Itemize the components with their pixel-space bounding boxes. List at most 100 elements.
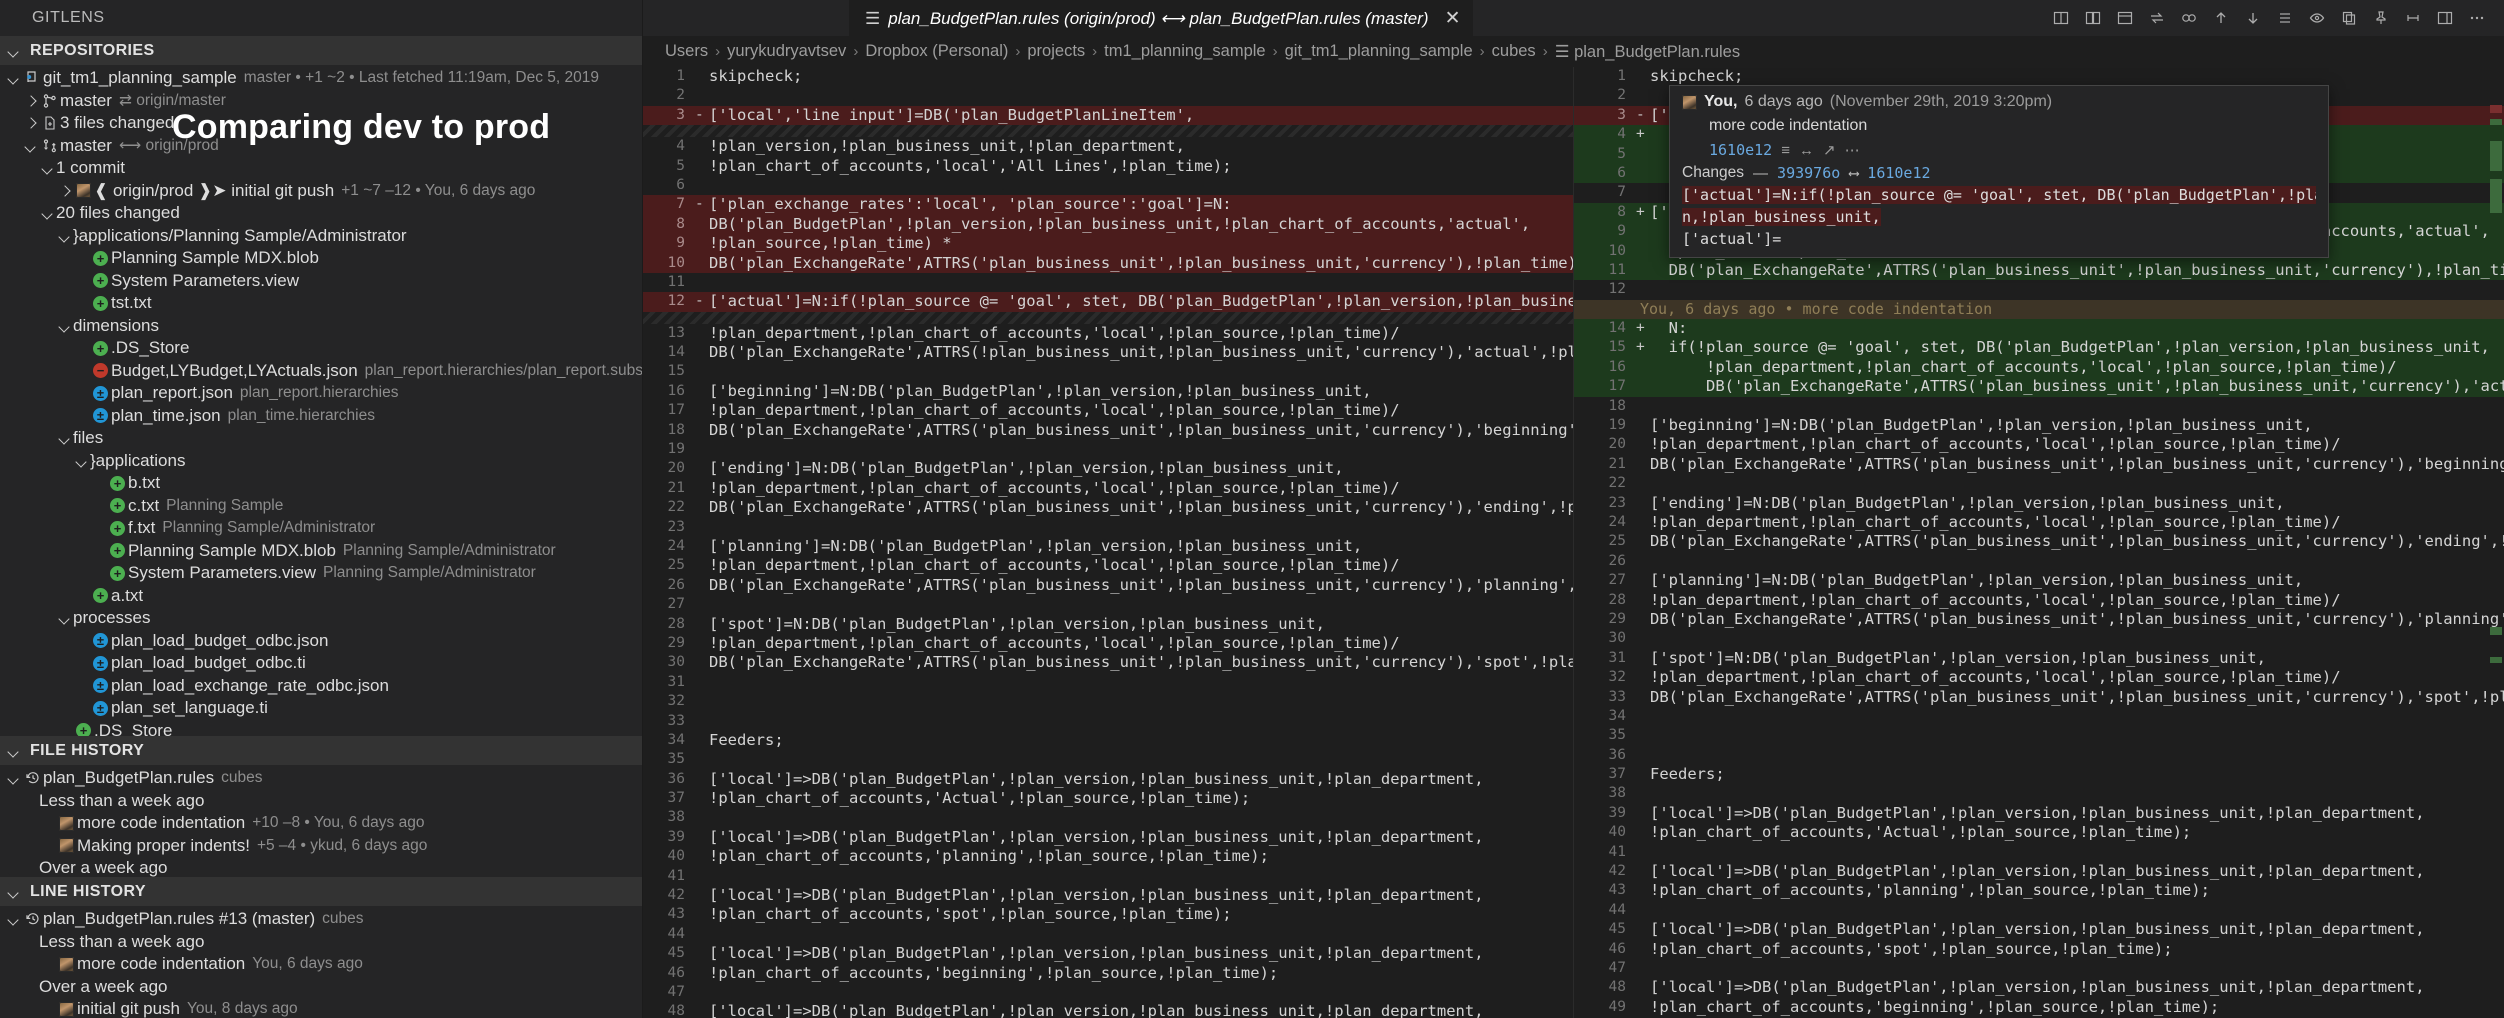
chevron-down-icon[interactable] xyxy=(6,70,22,86)
hovercard-sha[interactable]: 1610e12 xyxy=(1709,141,1772,159)
tree-item[interactable]: − Budget,LYBudget,LYActuals.json plan_repo… xyxy=(0,360,642,383)
code-line[interactable]: 5 !plan_chart_of_accounts,'local','All Li… xyxy=(643,157,1573,176)
code-line[interactable]: 48 ['local']=>DB('plan_BudgetPlan',!plan_… xyxy=(643,1002,1573,1018)
copy-icon[interactable] xyxy=(2338,7,2360,29)
chevron-down-icon[interactable] xyxy=(40,160,56,176)
whitespace-icon[interactable] xyxy=(2402,7,2424,29)
breadcrumb-item[interactable]: yurykudryavtsev xyxy=(727,42,846,61)
code-line[interactable]: 13 !plan_department,!plan_chart_of_accoun… xyxy=(643,324,1573,343)
tree-item[interactable]: + Planning Sample MDX.blob Planning Sample… xyxy=(0,540,642,563)
chevron-down-icon[interactable] xyxy=(23,138,39,154)
tree-item[interactable]: + System Parameters.view xyxy=(0,270,642,293)
code-line[interactable]: 40 !plan_chart_of_accounts,'planning',!pl… xyxy=(643,847,1573,866)
chevron-down-icon[interactable] xyxy=(57,228,73,244)
tree-item[interactable]: ± plan_load_exchange_rate_odbc.json xyxy=(0,675,642,698)
code-line[interactable]: 11 DB('plan_ExchangeRate',ATTRS('plan_bu… xyxy=(1574,260,2504,281)
code-line[interactable]: 17 !plan_department,!plan_chart_of_accoun… xyxy=(643,401,1573,420)
tree-item[interactable]: initial git push You, 8 days ago xyxy=(0,998,642,1018)
code-line[interactable]: 47 xyxy=(1574,959,2504,978)
code-line[interactable]: 22 DB('plan_ExchangeRate',ATTRS('plan_bus… xyxy=(643,498,1573,517)
code-line[interactable]: 23 xyxy=(643,518,1573,537)
code-line[interactable]: 48 ['local']=>DB('plan_BudgetPlan',!plan_… xyxy=(1574,978,2504,997)
tree-item[interactable]: Less than a week ago xyxy=(0,790,642,813)
code-line[interactable]: 38 xyxy=(1574,784,2504,803)
code-line[interactable]: 29 !plan_department,!plan_chart_of_accoun… xyxy=(643,634,1573,653)
code-line[interactable]: 40 !plan_chart_of_accounts,'Actual',!plan… xyxy=(1574,823,2504,842)
code-line[interactable]: 47 xyxy=(643,983,1573,1002)
code-line[interactable]: 12- ['actual']=N:if(!plan_source @= 'goal… xyxy=(643,292,1573,312)
right-minimap[interactable] xyxy=(2486,67,2504,1018)
code-line[interactable]: 14 + N: xyxy=(1574,319,2504,339)
code-line[interactable]: 27 xyxy=(643,595,1573,614)
code-line[interactable]: 37 !plan_chart_of_accounts,'Actual',!plan… xyxy=(643,789,1573,808)
section-header-repositories[interactable]: REPOSITORIES xyxy=(0,36,642,65)
tree-item[interactable]: + .DS_Store xyxy=(0,337,642,360)
chevron-down-icon[interactable] xyxy=(6,911,22,927)
code-line[interactable]: 12 xyxy=(1574,280,2504,299)
tree-item[interactable]: more code indentation You, 6 days ago xyxy=(0,953,642,976)
code-line[interactable]: 34 Feeders; xyxy=(643,731,1573,750)
code-line[interactable]: 4 !plan_version,!plan_business_unit,!plan… xyxy=(643,137,1573,156)
code-line[interactable]: 41 xyxy=(1574,843,2504,862)
next-change-icon[interactable] xyxy=(2242,7,2264,29)
code-line[interactable]: 26 DB('plan_ExchangeRate',ATTRS('plan_bus… xyxy=(643,576,1573,595)
chevron-down-icon[interactable] xyxy=(57,610,73,626)
code-line[interactable]: 30 xyxy=(1574,629,2504,648)
tree-item[interactable]: 20 files changed xyxy=(0,202,642,225)
tree-item[interactable]: Over a week ago xyxy=(0,976,642,999)
tree-item[interactable]: }applications xyxy=(0,450,642,473)
code-line[interactable]: 46 !plan_chart_of_accounts,'spot',!plan_s… xyxy=(1574,940,2504,959)
code-line[interactable]: 18 DB('plan_ExchangeRate',ATTRS('plan_bus… xyxy=(643,421,1573,440)
tree-item[interactable]: files xyxy=(0,427,642,450)
code-line[interactable]: 24 !plan_department,!plan_chart_of_accoun… xyxy=(1574,513,2504,532)
tree-item[interactable]: ± plan_load_budget_odbc.json xyxy=(0,630,642,653)
code-line[interactable]: 35 xyxy=(1574,726,2504,745)
code-line[interactable]: 24 ['planning']=N:DB('plan_BudgetPlan',!p… xyxy=(643,537,1573,556)
chevron-down-icon[interactable] xyxy=(6,770,22,786)
code-line[interactable]: 16 ['beginning']=N:DB('plan_BudgetPlan',!… xyxy=(643,382,1573,401)
tree-item[interactable]: plan_BudgetPlan.rules cubes xyxy=(0,767,642,790)
code-line[interactable]: 1 skipcheck; xyxy=(643,67,1573,86)
code-line[interactable]: 1 skipcheck; xyxy=(1574,67,2504,86)
tree-item[interactable]: plan_BudgetPlan.rules #13 (master) cubes xyxy=(0,908,642,931)
chevron-right-icon[interactable] xyxy=(57,183,73,199)
open-external-icon[interactable]: ↗ xyxy=(1823,141,1836,159)
code-line[interactable]: 26 xyxy=(1574,552,2504,571)
tree-item[interactable]: Over a week ago xyxy=(0,857,642,877)
code-line[interactable]: 21 !plan_department,!plan_chart_of_accoun… xyxy=(643,479,1573,498)
code-line[interactable]: 14 DB('plan_ExchangeRate',ATTRS(!plan_bus… xyxy=(643,343,1573,362)
chevron-right-icon[interactable] xyxy=(23,115,39,131)
code-line[interactable]: 46 !plan_chart_of_accounts,'beginning',!p… xyxy=(643,964,1573,983)
code-line[interactable]: 8 DB('plan_BudgetPlan',!plan_version,!pla… xyxy=(643,214,1573,235)
code-line[interactable]: 30 DB('plan_ExchangeRate',ATTRS('plan_bus… xyxy=(643,653,1573,672)
code-line[interactable]: 19 ['beginning']=N:DB('plan_BudgetPlan',!… xyxy=(1574,416,2504,435)
diff-pane-left[interactable]: 1 skipcheck; 2 3- ['local','line input']=DB(… xyxy=(643,67,1574,1018)
code-line[interactable]: 44 xyxy=(643,925,1573,944)
split-editor-icon[interactable] xyxy=(2050,7,2072,29)
chevron-down-icon[interactable] xyxy=(40,205,56,221)
code-line[interactable]: 36 xyxy=(1574,746,2504,765)
code-line[interactable]: 16 !plan_department,!plan_chart_of_accou… xyxy=(1574,357,2504,378)
tree-item[interactable]: ± plan_set_language.ti xyxy=(0,697,642,720)
code-line[interactable]: 39 ['local']=>DB('plan_BudgetPlan',!plan_… xyxy=(643,828,1573,847)
tree-item[interactable]: + b.txt xyxy=(0,472,642,495)
code-line[interactable]: 3-['local','line input']=DB('plan_Budget… xyxy=(643,105,1573,126)
code-line[interactable]: 23 ['ending']=N:DB('plan_BudgetPlan',!pla… xyxy=(1574,494,2504,513)
breadcrumb-item[interactable]: Dropbox (Personal) xyxy=(865,42,1008,61)
previous-change-icon[interactable] xyxy=(2210,7,2232,29)
chevron-right-icon[interactable] xyxy=(23,93,39,109)
code-line[interactable]: 15 xyxy=(643,362,1573,381)
hovercard-changes-to[interactable]: 1610e12 xyxy=(1867,164,1930,182)
eye-off-icon[interactable] xyxy=(2306,7,2328,29)
chevron-down-icon[interactable] xyxy=(57,430,73,446)
breadcrumb-item[interactable]: cubes xyxy=(1492,42,1536,61)
tree-item[interactable]: + Planning Sample MDX.blob xyxy=(0,247,642,270)
code-line[interactable]: 22 xyxy=(1574,474,2504,493)
code-line[interactable]: 17 DB('plan_ExchangeRate',ATTRS('plan_bu… xyxy=(1574,377,2504,397)
diff-pane-right[interactable]: 1skipcheck;23-['local','line input']=DB(… xyxy=(1574,67,2504,1018)
gitlens-commit-hovercard[interactable]: You, 6 days ago (November 29th, 2019 3:2… xyxy=(1669,85,2329,258)
code-line[interactable]: 33 DB('plan_ExchangeRate',ATTRS('plan_bus… xyxy=(1574,688,2504,707)
breadcrumb-item[interactable]: ☰ plan_BudgetPlan.rules xyxy=(1555,42,1740,62)
code-line[interactable]: 25 !plan_department,!plan_chart_of_accoun… xyxy=(643,556,1573,575)
chevron-down-icon[interactable] xyxy=(57,318,73,334)
